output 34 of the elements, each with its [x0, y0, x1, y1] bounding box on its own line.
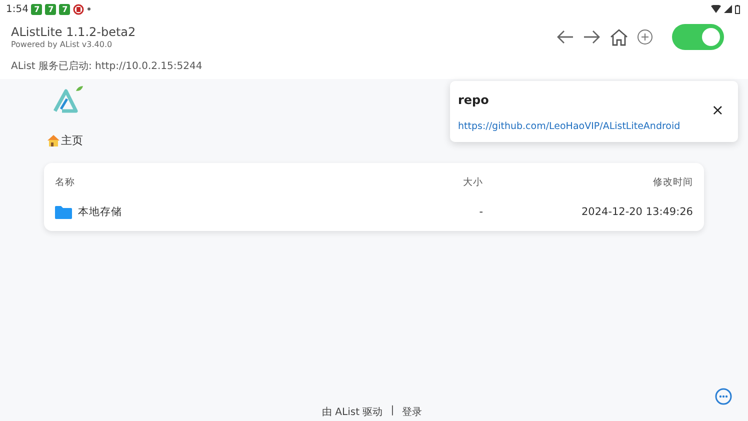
wifi-icon [711, 5, 721, 13]
notification-icon [73, 4, 84, 14]
alist-logo-icon [52, 85, 84, 113]
folder-icon [55, 205, 72, 219]
notification-icon: 7 [45, 4, 56, 14]
service-toggle[interactable] [672, 24, 724, 50]
app-title: AListLite 1.1.2-beta2 [11, 25, 137, 39]
server-status-text: AList 服务已启动: http://10.0.2.15:5244 [0, 50, 748, 79]
close-button[interactable]: × [711, 103, 724, 118]
modified-time: 2024-12-20 13:49:26 [580, 206, 693, 218]
add-circle-icon[interactable] [637, 29, 653, 45]
folder-name[interactable]: 本地存储 [78, 205, 122, 219]
app-subtitle: Powered by AList v3.40.0 [11, 40, 114, 49]
signal-icon [724, 5, 732, 13]
notification-icon: 7 [31, 4, 42, 14]
column-header[interactable]: 名称 [55, 176, 403, 188]
home-icon[interactable] [610, 28, 628, 46]
login-link[interactable]: 登录 [402, 405, 422, 419]
column-header[interactable]: 修改时间 [483, 176, 693, 188]
dot-icon [87, 7, 92, 11]
powered-by-text: 由 AList 驱动 [322, 406, 383, 419]
popup-title: repo [458, 93, 490, 107]
back-arrow-icon[interactable] [556, 30, 574, 44]
repo-link[interactable]: https://github.com/LeoHaoVIP/AListLiteAndroid [458, 121, 730, 132]
forward-arrow-icon[interactable] [583, 30, 601, 44]
house-icon [47, 134, 60, 147]
battery-icon [735, 4, 740, 14]
more-options-icon[interactable] [715, 388, 732, 405]
separator-text: | [390, 405, 394, 418]
column-header[interactable]: 大小 [403, 176, 483, 188]
breadcrumb-link[interactable]: 主页 [61, 133, 83, 148]
notification-icon: 7 [59, 4, 70, 14]
status-time: 1:54 [6, 4, 28, 14]
file-size: - [478, 206, 483, 218]
